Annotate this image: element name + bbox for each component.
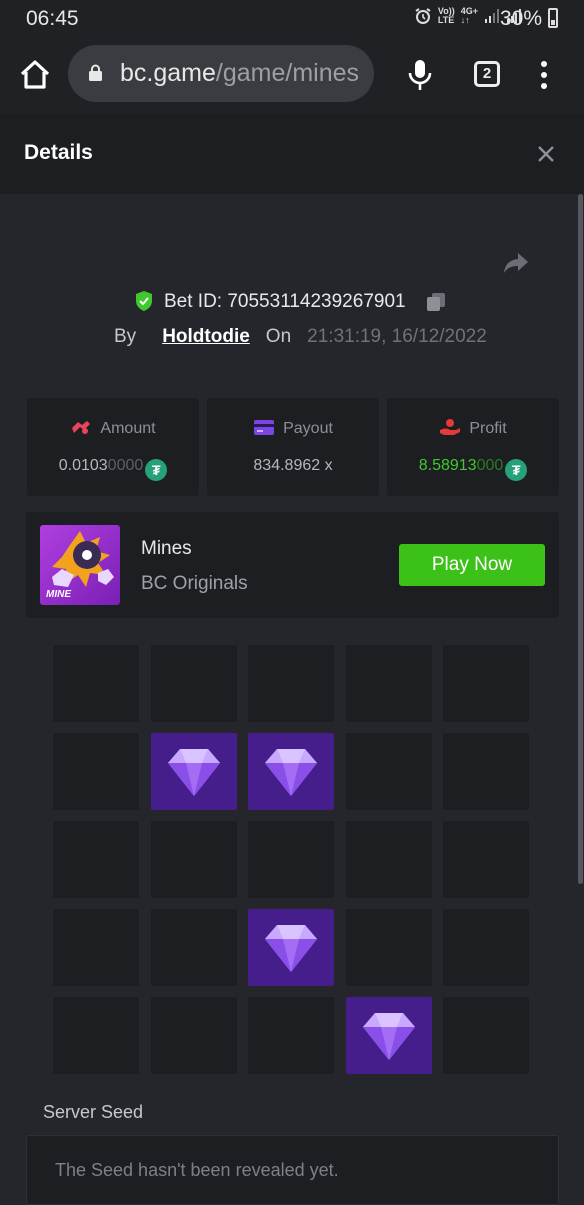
close-icon[interactable] [536, 144, 556, 164]
profit-icon [440, 419, 461, 435]
battery-icon [548, 8, 558, 28]
status-bar: 06:45 Vo)) LTE 4G+ ↓↑ 30% [0, 0, 584, 36]
usdt-coin-icon: ₮ [145, 459, 168, 481]
bet-datetime: 21:31:19, 16/12/2022 [307, 326, 487, 347]
board-cell-gem [248, 909, 334, 986]
details-header: Details [0, 114, 584, 194]
board-cell [151, 997, 237, 1074]
game-card: MINE Mines BC Originals Play Now [26, 512, 559, 618]
gem-icon [168, 749, 220, 796]
address-bar[interactable]: bc.game/game/mines [68, 45, 374, 102]
board-cell [346, 909, 432, 986]
signal-icon [485, 9, 499, 23]
more-menu-icon[interactable] [538, 60, 550, 90]
board-cell [151, 645, 237, 722]
board-cell [151, 821, 237, 898]
clock: 06:45 [26, 7, 79, 30]
board-cell [151, 909, 237, 986]
home-icon[interactable] [18, 58, 52, 92]
gem-icon [363, 1013, 415, 1060]
game-name: Mines [141, 538, 192, 559]
bet-id-row: Bet ID: 70553114239267901 [0, 290, 584, 314]
mines-game-thumbnail[interactable]: MINE [40, 525, 120, 605]
play-now-button[interactable]: Play Now [399, 544, 545, 586]
verified-shield-icon [136, 291, 152, 311]
board-cell-gem [248, 733, 334, 810]
alarm-icon [415, 8, 431, 24]
board-cell [443, 821, 529, 898]
board-cell [443, 733, 529, 810]
gem-icon [265, 925, 317, 972]
profit-header: Profit [387, 418, 559, 438]
board-cell [53, 645, 139, 722]
payout-header: Payout [207, 418, 379, 438]
profit-value: 8.58913000 ₮ [387, 457, 559, 481]
thumb-label: MINE [46, 589, 71, 600]
url-text: bc.game/game/mines [120, 59, 359, 88]
payout-card-icon [254, 420, 275, 435]
server-seed-text: The Seed hasn't been revealed yet. [55, 1160, 339, 1180]
amount-card: Amount 0.01030000 ₮ [27, 398, 199, 496]
copy-icon[interactable] [426, 292, 446, 312]
on-label: On [265, 326, 292, 347]
volte-icon: Vo)) LTE [437, 6, 455, 25]
amount-icon [72, 421, 91, 434]
board-cell-gem [346, 997, 432, 1074]
tab-switcher-button[interactable]: 2 [474, 61, 500, 87]
board-cell [443, 997, 529, 1074]
battery-level: 30% [499, 7, 542, 30]
board-cell [248, 997, 334, 1074]
board-cell [248, 645, 334, 722]
profit-card: Profit 8.58913000 ₮ [387, 398, 559, 496]
browser-toolbar: bc.game/game/mines 2 [0, 36, 584, 114]
board-cell [53, 909, 139, 986]
url-path: /game/mines [215, 59, 360, 87]
amount-value: 0.01030000 ₮ [27, 457, 199, 481]
board-cell [346, 733, 432, 810]
share-icon[interactable] [502, 251, 530, 275]
amount-header: Amount [27, 418, 199, 438]
lock-icon [89, 64, 102, 81]
server-seed-box: The Seed hasn't been revealed yet. [26, 1135, 559, 1205]
board-cell [443, 909, 529, 986]
board-cell [53, 821, 139, 898]
server-seed-label: Server Seed [43, 1102, 144, 1122]
url-domain: bc.game [120, 59, 216, 87]
username-link[interactable]: Holdtodie [162, 326, 250, 350]
bet-id: Bet ID: 70553114239267901 [164, 291, 406, 312]
page-title: Details [24, 141, 93, 164]
game-provider: BC Originals [141, 573, 248, 594]
board-cell [346, 821, 432, 898]
gem-icon [265, 749, 317, 796]
board-cell [53, 733, 139, 810]
mines-board [53, 645, 529, 1074]
usdt-coin-icon: ₮ [505, 459, 528, 481]
bet-byline: By Holdtodie On 21:31:19, 16/12/2022 [114, 326, 487, 350]
4g-icon: 4G+ ↓↑ [460, 6, 478, 25]
board-cell-gem [151, 733, 237, 810]
by-label: By [114, 326, 137, 347]
payout-card: Payout 834.8962 x [207, 398, 379, 496]
board-cell [346, 645, 432, 722]
board-cell [443, 645, 529, 722]
payout-value: 834.8962 x [253, 457, 333, 474]
board-cell [248, 821, 334, 898]
mic-icon[interactable] [406, 58, 434, 92]
board-cell [53, 997, 139, 1074]
